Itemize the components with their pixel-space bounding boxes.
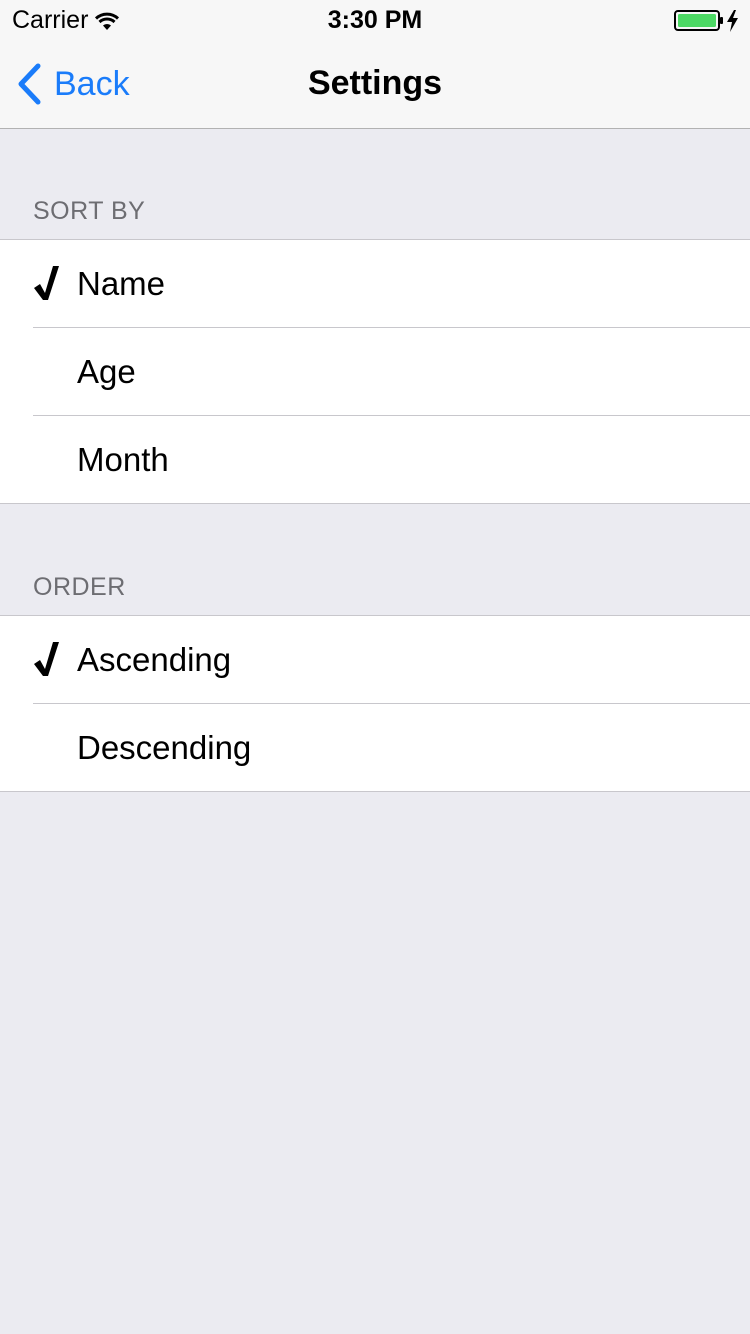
checkmark-icon (34, 642, 59, 676)
status-time: 3:30 PM (327, 6, 423, 34)
page-title: Settings (307, 64, 443, 102)
order-list: Ascending Descending (0, 615, 750, 792)
section-header-sort-by: SORT BY (33, 197, 146, 225)
sort-option-month[interactable]: Month (0, 415, 750, 503)
section-header-order: ORDER (33, 573, 126, 601)
order-option-descending[interactable]: Descending (0, 703, 750, 791)
sort-option-name[interactable]: Name (0, 240, 750, 327)
sort-option-label: Month (77, 441, 169, 478)
sort-by-list: Name Age Month (0, 239, 750, 504)
order-option-label: Ascending (77, 641, 232, 678)
status-bar: Carrier 3:30 PM (0, 0, 750, 40)
sort-option-age[interactable]: Age (0, 327, 750, 415)
order-option-ascending[interactable]: Ascending (0, 616, 750, 703)
navigation-bar: Back Settings (0, 40, 750, 129)
sort-option-label: Name (77, 265, 166, 302)
sort-option-label: Age (77, 353, 136, 390)
checkmark-icon (34, 266, 59, 300)
battery-charging-icon (674, 9, 740, 33)
order-option-label: Descending (77, 729, 252, 766)
